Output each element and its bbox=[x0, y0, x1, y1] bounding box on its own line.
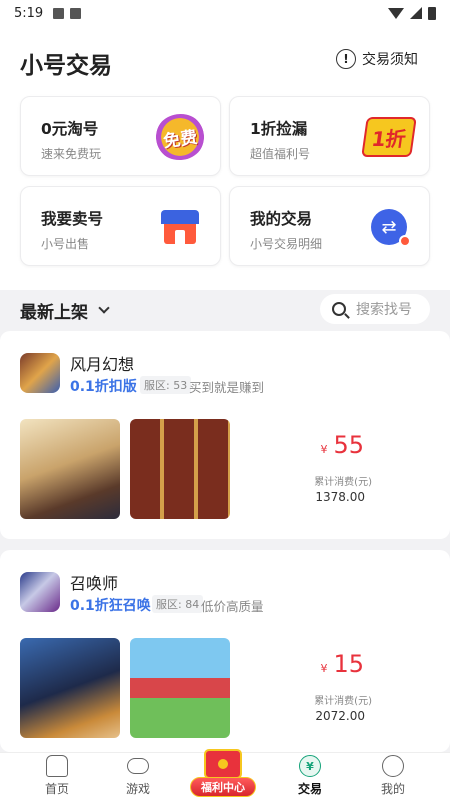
search-input[interactable]: 搜索找号 bbox=[320, 294, 430, 324]
currency-symbol: ¥ bbox=[320, 662, 328, 675]
tab-label: 我的 bbox=[380, 782, 405, 796]
search-placeholder: 搜索找号 bbox=[356, 302, 412, 318]
game-version: 0.1折扣版 bbox=[70, 379, 137, 395]
screenshot-thumbnail[interactable] bbox=[20, 638, 120, 738]
status-time: 5:19 bbox=[14, 5, 44, 21]
home-icon bbox=[46, 755, 68, 777]
free-badge-icon: 免费 bbox=[152, 110, 208, 164]
red-envelope-icon bbox=[204, 749, 242, 779]
photo-notification-icon bbox=[53, 7, 65, 19]
shop-icon bbox=[161, 210, 199, 244]
game-description: 低价高质量 bbox=[201, 599, 264, 614]
battery-icon bbox=[428, 6, 436, 20]
game-name: 风月幻想 bbox=[70, 355, 135, 374]
tab-label: 游戏 bbox=[125, 782, 150, 796]
my-trades-card[interactable]: 我的交易 小号交易明细 ⇄ bbox=[229, 186, 430, 266]
server-tag: 服区: 84 bbox=[152, 595, 204, 613]
tab-label: 首页 bbox=[44, 782, 69, 796]
discount-badge-icon: 1折 bbox=[361, 117, 417, 157]
consume-label: 累计消费(元) bbox=[314, 477, 372, 488]
currency-symbol: ¥ bbox=[320, 443, 328, 456]
tab-profile[interactable]: 我的 bbox=[348, 753, 438, 800]
card-subtitle: 小号出售 bbox=[41, 237, 90, 251]
page-title: 小号交易 bbox=[20, 53, 112, 79]
price-amount: 55 bbox=[333, 431, 364, 459]
filter-row: 最新上架 搜索找号 bbox=[0, 290, 450, 330]
server-tag: 服区: 53 bbox=[140, 376, 192, 394]
free-account-card[interactable]: 0元淘号 速来免费玩 免费 bbox=[20, 96, 221, 176]
card-title: 我的交易 bbox=[250, 210, 313, 228]
screenshot-thumbnail[interactable] bbox=[130, 419, 230, 519]
tab-label: 福利中心 bbox=[190, 777, 256, 797]
status-bar: 5:19 bbox=[0, 0, 450, 26]
trade-icon: ¥ bbox=[299, 755, 321, 777]
tab-welfare-center[interactable]: 福利中心 bbox=[190, 749, 256, 800]
bottom-tab-bar: 首页 游戏 福利中心 ¥ 交易 我的 bbox=[0, 749, 450, 800]
screenshot-thumbnail[interactable] bbox=[130, 638, 230, 738]
listing-card[interactable]: 召唤师 0.1折狂召唤 服区: 84 低价高质量 ¥15 累计消费(元) 207… bbox=[0, 550, 450, 752]
consume-label: 累计消费(元) bbox=[314, 696, 372, 707]
trade-notice-label: 交易须知 bbox=[362, 52, 418, 68]
game-version: 0.1折狂召唤 bbox=[70, 598, 151, 614]
header-section: 小号交易 ! 交易须知 0元淘号 速来免费玩 免费 1折捡漏 超值福利号 1折 … bbox=[0, 26, 450, 290]
gamepad-icon bbox=[127, 758, 149, 774]
listing-card[interactable]: 风月幻想 0.1折扣版 服区: 53 买到就是赚到 ¥55 累计消费(元) 13… bbox=[0, 331, 450, 539]
tab-home[interactable]: 首页 bbox=[12, 753, 102, 800]
price: ¥15 bbox=[320, 650, 364, 678]
chevron-down-icon bbox=[98, 302, 110, 314]
discount-account-card[interactable]: 1折捡漏 超值福利号 1折 bbox=[229, 96, 430, 176]
search-icon bbox=[332, 302, 346, 316]
sort-label: 最新上架 bbox=[20, 303, 88, 323]
game-name: 召唤师 bbox=[70, 574, 119, 593]
card-title: 0元淘号 bbox=[41, 120, 99, 138]
app-notification-icon bbox=[70, 7, 82, 19]
game-description: 买到就是赚到 bbox=[189, 380, 265, 395]
sort-dropdown[interactable]: 最新上架 bbox=[20, 298, 110, 323]
card-subtitle: 超值福利号 bbox=[250, 147, 311, 161]
tab-trade[interactable]: ¥ 交易 bbox=[265, 753, 355, 800]
sell-account-card[interactable]: 我要卖号 小号出售 bbox=[20, 186, 221, 266]
card-subtitle: 速来免费玩 bbox=[41, 147, 102, 161]
tab-label: 交易 bbox=[297, 782, 322, 796]
card-title: 1折捡漏 bbox=[250, 120, 308, 138]
card-subtitle: 小号交易明细 bbox=[250, 237, 323, 251]
screenshot-thumbnail[interactable] bbox=[20, 419, 120, 519]
wifi-icon bbox=[388, 7, 404, 19]
consume-value: 1378.00 bbox=[315, 490, 365, 504]
swap-icon: ⇄ bbox=[371, 209, 411, 247]
game-icon bbox=[20, 572, 60, 612]
status-indicators bbox=[388, 6, 436, 20]
game-icon bbox=[20, 353, 60, 393]
trade-notice-button[interactable]: ! 交易须知 bbox=[336, 49, 418, 69]
card-title: 我要卖号 bbox=[41, 210, 104, 228]
price: ¥55 bbox=[320, 431, 364, 459]
exclamation-circle-icon: ! bbox=[336, 49, 356, 69]
tab-games[interactable]: 游戏 bbox=[93, 753, 183, 800]
consume-value: 2072.00 bbox=[315, 709, 365, 723]
price-amount: 15 bbox=[333, 650, 364, 678]
signal-icon bbox=[410, 7, 422, 19]
profile-icon bbox=[382, 755, 404, 777]
